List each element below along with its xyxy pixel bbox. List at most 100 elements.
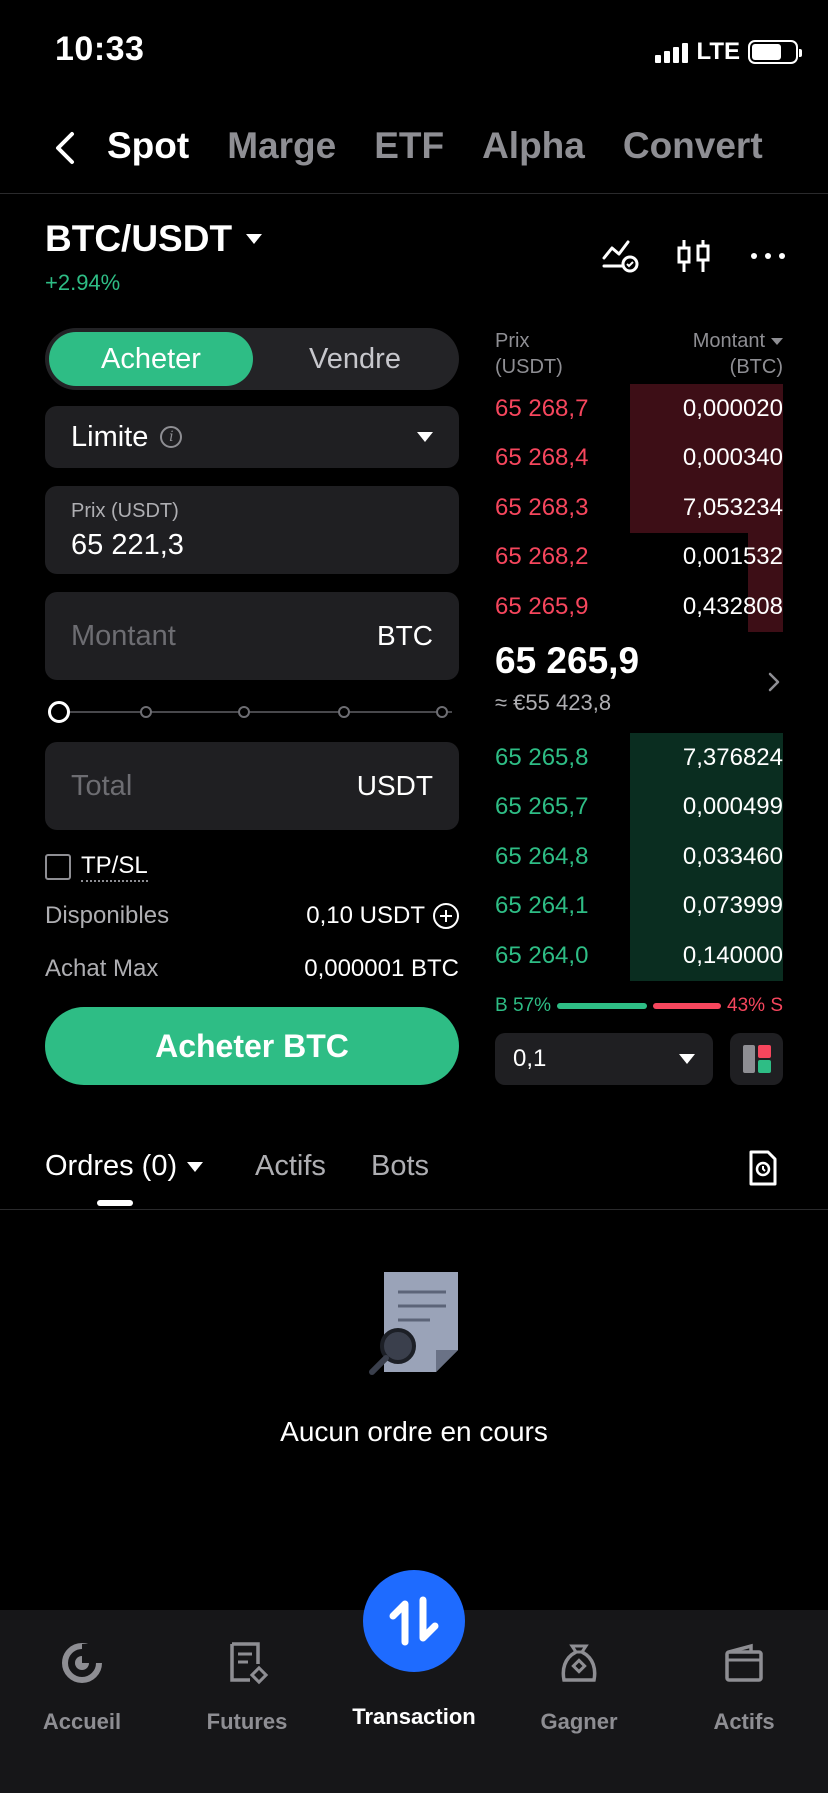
ask-row[interactable]: 65 265,9 0,432808: [495, 582, 783, 632]
bid-list: 65 265,8 7,376824 65 265,7 0,000499 65 264…: [495, 733, 783, 981]
amount-header: Montant: [692, 330, 765, 352]
candlestick-chart-icon[interactable]: [674, 236, 714, 276]
bid-price: 65 265,7: [495, 793, 589, 821]
nav-futures-label: Futures: [206, 1709, 288, 1734]
tpsl-option[interactable]: TP/SL: [45, 852, 148, 882]
price-alert-icon[interactable]: [600, 236, 640, 276]
nav-transaction-label: Transaction: [352, 1704, 476, 1729]
active-tab-indicator: [97, 1200, 133, 1206]
battery-icon: [748, 40, 802, 64]
ask-price: 65 268,3: [495, 493, 589, 521]
back-icon[interactable]: [50, 128, 84, 168]
bid-row[interactable]: 65 265,8 7,376824: [495, 733, 783, 783]
sell-tab[interactable]: Vendre: [255, 332, 455, 386]
bid-row[interactable]: 65 264,8 0,033460: [495, 832, 783, 882]
amount-header-unit: (BTC): [729, 356, 783, 378]
ask-row[interactable]: 65 268,7 0,000020: [495, 384, 783, 434]
slider-step-75[interactable]: [338, 706, 350, 718]
slider-step-100[interactable]: [436, 706, 448, 718]
info-icon[interactable]: i: [160, 426, 183, 448]
swap-arrows-icon: [389, 1596, 439, 1646]
pair-selector[interactable]: BTC/USDT: [45, 218, 263, 260]
slider-step-25[interactable]: [140, 706, 152, 718]
slider-step-50[interactable]: [238, 706, 250, 718]
orderbook-header: Prix (USDT) Montant (BTC): [495, 328, 783, 380]
tpsl-checkbox[interactable]: [45, 854, 71, 880]
network-label: LTE: [696, 38, 740, 65]
tpsl-label[interactable]: TP/SL: [81, 852, 148, 882]
bid-amount: 0,000499: [682, 793, 783, 821]
header-actions: [600, 236, 788, 276]
signal-icon: [655, 41, 689, 63]
available-row: Disponibles 0,10 USDT: [45, 902, 459, 930]
tab-orders[interactable]: Ordres (0): [45, 1150, 204, 1183]
last-price[interactable]: 65 265,9: [495, 640, 639, 682]
buy-ratio: B 57%: [495, 995, 551, 1016]
orders-tabs: Ordres (0) Actifs Bots: [0, 1130, 828, 1210]
max-buy-row: Achat Max 0,000001 BTC: [45, 955, 459, 983]
total-input[interactable]: Total USDT: [45, 742, 459, 830]
wallet-icon: [725, 1643, 763, 1682]
ask-row[interactable]: 65 268,3 7,053234: [495, 483, 783, 533]
ask-list: 65 268,7 0,000020 65 268,4 0,000340 65 268…: [495, 384, 783, 632]
tab-etf[interactable]: ETF: [374, 125, 444, 167]
slider-knob[interactable]: [48, 701, 70, 723]
amount-header-select[interactable]: Montant (BTC): [693, 328, 783, 380]
bid-price: 65 264,1: [495, 892, 589, 920]
precision-value: 0,1: [513, 1045, 547, 1072]
chevron-down-icon: [679, 1054, 695, 1064]
pair-symbol: BTC/USDT: [45, 218, 233, 259]
nav-home[interactable]: Accueil: [7, 1628, 157, 1735]
amount-unit: BTC: [377, 620, 433, 651]
nav-earn-label: Gagner: [540, 1709, 618, 1734]
price-change: +2.94%: [45, 270, 121, 295]
empty-orders-illustration: [369, 1272, 458, 1375]
amount-slider[interactable]: [48, 700, 458, 724]
chevron-right-icon[interactable]: [766, 670, 782, 694]
buy-tab[interactable]: Acheter: [49, 332, 253, 386]
price-input[interactable]: Prix (USDT) 65 221,3: [45, 486, 459, 574]
add-funds-icon[interactable]: [433, 903, 459, 929]
bid-row[interactable]: 65 265,7 0,000499: [495, 782, 783, 832]
nav-home-label: Accueil: [42, 1709, 122, 1734]
nav-futures[interactable]: Futures: [172, 1628, 322, 1735]
nav-assets-label: Actifs: [713, 1709, 775, 1734]
nav-assets[interactable]: Actifs: [669, 1628, 819, 1735]
buy-btc-button[interactable]: Acheter BTC: [45, 1007, 459, 1085]
order-history-icon[interactable]: [742, 1148, 782, 1188]
ask-row[interactable]: 65 268,4 0,000340: [495, 433, 783, 483]
bid-row[interactable]: 65 264,0 0,140000: [495, 931, 783, 981]
status-indicators: LTE: [655, 38, 802, 66]
ask-row[interactable]: 65 268,2 0,001532: [495, 532, 783, 582]
tab-spot[interactable]: Spot: [107, 125, 189, 167]
ask-amount: 0,432808: [682, 592, 783, 620]
more-icon[interactable]: [748, 236, 788, 276]
tab-alpha[interactable]: Alpha: [482, 125, 585, 167]
sell-ratio-bar: [653, 1003, 722, 1009]
nav-earn[interactable]: Gagner: [504, 1628, 654, 1735]
bid-price: 65 264,8: [495, 842, 589, 870]
orderbook-layout-button[interactable]: [730, 1033, 783, 1085]
tab-convert[interactable]: Convert: [623, 125, 763, 167]
transaction-button[interactable]: [363, 1570, 465, 1672]
buy-sell-ratio: B 57% 43% S: [495, 995, 783, 1017]
chevron-down-icon: [417, 432, 433, 442]
chevron-down-icon: [771, 338, 783, 346]
tab-marge[interactable]: Marge: [227, 125, 336, 167]
max-buy-label: Achat Max: [45, 955, 159, 982]
ask-price: 65 268,4: [495, 444, 589, 472]
precision-select[interactable]: 0,1: [495, 1033, 713, 1085]
layout-icon: [742, 1045, 771, 1073]
order-type-value: Limite: [71, 420, 149, 453]
order-type-select[interactable]: Limite i: [45, 406, 459, 468]
earn-icon: [561, 1644, 597, 1682]
price-label: Prix (USDT): [71, 500, 179, 522]
amount-input[interactable]: Montant BTC: [45, 592, 459, 680]
tab-bots[interactable]: Bots: [371, 1150, 429, 1183]
tab-assets[interactable]: Actifs: [255, 1150, 326, 1183]
available-value: 0,10 USDT: [306, 902, 425, 929]
status-time: 10:33: [55, 30, 145, 68]
price-header: Prix: [495, 330, 530, 352]
total-placeholder: Total: [71, 769, 133, 802]
bid-row[interactable]: 65 264,1 0,073999: [495, 881, 783, 931]
